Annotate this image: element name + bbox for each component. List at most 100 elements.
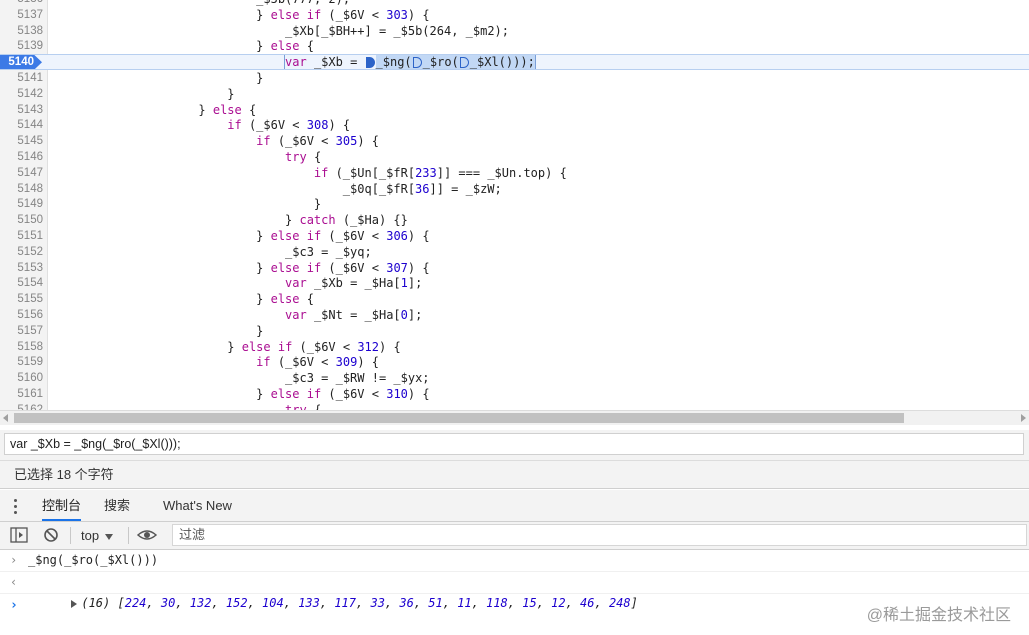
- code-line[interactable]: 5148 _$0q[_$fR[36]] = _$zW;: [0, 181, 1029, 197]
- code-line[interactable]: 5138 _$Xb[_$BH++] = _$5b(264, _$m2);: [0, 23, 1029, 39]
- sidebar-toggle-icon[interactable]: [10, 527, 28, 543]
- code-text[interactable]: try {: [285, 149, 321, 165]
- code-line[interactable]: 5160 _$c3 = _$RW != _$yx;: [0, 370, 1029, 386]
- code-line[interactable]: 5162 try {: [0, 402, 1029, 410]
- code-text[interactable]: try {: [285, 402, 321, 410]
- line-number[interactable]: 5155: [0, 291, 43, 307]
- code-text[interactable]: _$Xb[_$BH++] = _$5b(264, _$m2);: [285, 23, 509, 39]
- line-number[interactable]: 5142: [0, 86, 43, 102]
- code-line[interactable]: 5145 if (_$6V < 305) {: [0, 133, 1029, 149]
- scrollbar-thumb[interactable]: [14, 413, 904, 423]
- code-text[interactable]: } else if (_$6V < 303) {: [256, 7, 429, 23]
- code-text[interactable]: } catch (_$Ha) {}: [285, 212, 408, 228]
- line-number[interactable]: 5138: [0, 23, 43, 39]
- code-text[interactable]: } else if (_$6V < 312) {: [227, 339, 400, 355]
- console-output[interactable]: › _$ng(_$ro(_$Xl())) ‹ (16) [224, 30, 13…: [0, 550, 1029, 624]
- code-editor[interactable]: 5136_$5b(777, 2);5137} else if (_$6V < 3…: [0, 0, 1029, 410]
- line-number[interactable]: 5146: [0, 149, 43, 165]
- expand-triangle-icon[interactable]: [71, 599, 78, 608]
- code-line[interactable]: 5161 } else if (_$6V < 310) {: [0, 386, 1029, 402]
- code-text[interactable]: var _$Nt = _$Ha[0];: [285, 307, 422, 323]
- code-line[interactable]: 5149}: [0, 196, 1029, 212]
- line-number[interactable]: 5144: [0, 117, 43, 133]
- code-text[interactable]: _$c3 = _$RW != _$yx;: [285, 370, 430, 386]
- line-number[interactable]: 5158: [0, 339, 43, 355]
- line-number[interactable]: 5154: [0, 275, 43, 291]
- code-text[interactable]: }: [227, 86, 234, 102]
- code-text[interactable]: }: [256, 70, 263, 86]
- code-line[interactable]: 5137 } else if (_$6V < 303) {: [0, 7, 1029, 23]
- code-line[interactable]: 5155 } else {: [0, 291, 1029, 307]
- line-number[interactable]: 5137: [0, 7, 43, 23]
- code-line[interactable]: 5152 _$c3 = _$yq;: [0, 244, 1029, 260]
- line-number[interactable]: 5143: [0, 102, 43, 118]
- selection-text[interactable]: var _$Xb = _$ng(_$ro(_$Xl()));: [4, 433, 1024, 455]
- line-number[interactable]: 5156: [0, 307, 43, 323]
- code-text[interactable]: }: [256, 323, 263, 339]
- line-number[interactable]: 5162: [0, 402, 43, 410]
- tab-whats-new[interactable]: What's New: [163, 490, 232, 521]
- code-text[interactable]: } else {: [256, 38, 314, 54]
- code-line[interactable]: 5146 try {: [0, 149, 1029, 165]
- line-number[interactable]: 5153: [0, 260, 43, 276]
- line-number[interactable]: 5152: [0, 244, 43, 260]
- step-location-icon[interactable]: [412, 57, 422, 69]
- line-number[interactable]: 5145: [0, 133, 43, 149]
- line-number[interactable]: 5149: [0, 196, 43, 212]
- line-number[interactable]: 5150: [0, 212, 43, 228]
- execution-statement[interactable]: var _$Xb = _$ng(_$ro(_$Xl()));: [284, 54, 536, 71]
- eye-icon[interactable]: [137, 527, 157, 543]
- line-number[interactable]: 5160: [0, 370, 43, 386]
- step-location-icon[interactable]: [459, 57, 469, 69]
- line-number[interactable]: 5157: [0, 323, 43, 339]
- code-line[interactable]: 5157}: [0, 323, 1029, 339]
- code-text[interactable]: }: [314, 196, 321, 212]
- code-text[interactable]: if (_$6V < 305) {: [256, 133, 379, 149]
- code-line[interactable]: 5153 } else if (_$6V < 307) {: [0, 260, 1029, 276]
- selected-expression[interactable]: _$ng(_$ro(_$Xl()));: [375, 55, 535, 70]
- code-text[interactable]: } else if (_$6V < 310) {: [256, 386, 429, 402]
- code-line[interactable]: 5140 var _$Xb = _$ng(_$ro(_$Xl()));: [0, 54, 1029, 71]
- code-text[interactable]: } else {: [198, 102, 256, 118]
- result-array[interactable]: (16) [224, 30, 132, 152, 104, 133, 117, …: [28, 572, 638, 635]
- console-prompt-icon[interactable]: ›: [10, 598, 18, 613]
- tab-console[interactable]: 控制台: [42, 490, 82, 521]
- context-selector[interactable]: top: [81, 522, 114, 549]
- code-text[interactable]: } else if (_$6V < 306) {: [256, 228, 429, 244]
- code-line[interactable]: 5151 } else if (_$6V < 306) {: [0, 228, 1029, 244]
- code-line[interactable]: 5150 } catch (_$Ha) {}: [0, 212, 1029, 228]
- code-line[interactable]: 5143 } else {: [0, 102, 1029, 118]
- code-line[interactable]: 5144 if (_$6V < 308) {: [0, 117, 1029, 133]
- code-text[interactable]: } else {: [256, 291, 314, 307]
- horizontal-scrollbar[interactable]: [0, 410, 1029, 425]
- code-text[interactable]: } else if (_$6V < 307) {: [256, 260, 429, 276]
- code-line[interactable]: 5142}: [0, 86, 1029, 102]
- code-text[interactable]: if (_$6V < 309) {: [256, 354, 379, 370]
- code-text[interactable]: _$c3 = _$yq;: [285, 244, 372, 260]
- breakpoint-marker[interactable]: 5140: [0, 54, 42, 71]
- line-number[interactable]: 5161: [0, 386, 43, 402]
- code-text[interactable]: var _$Xb = _$ng(_$ro(_$Xl()));: [284, 54, 536, 71]
- line-number[interactable]: 5151: [0, 228, 43, 244]
- code-text[interactable]: if (_$6V < 308) {: [227, 117, 350, 133]
- code-line[interactable]: 5139 } else {: [0, 38, 1029, 54]
- line-number[interactable]: 5148: [0, 181, 43, 197]
- line-number[interactable]: 5139: [0, 38, 43, 54]
- code-line[interactable]: 5156 var _$Nt = _$Ha[0];: [0, 307, 1029, 323]
- scroll-left-icon[interactable]: [3, 414, 8, 422]
- more-options-icon[interactable]: [14, 499, 18, 517]
- line-number[interactable]: 5147: [0, 165, 43, 181]
- code-line[interactable]: 5154 var _$Xb = _$Ha[1];: [0, 275, 1029, 291]
- line-number[interactable]: 5159: [0, 354, 43, 370]
- filter-input[interactable]: 过滤: [172, 524, 1027, 546]
- line-number[interactable]: 5141: [0, 70, 43, 86]
- code-text[interactable]: if (_$Un[_$fR[233]] === _$Un.top) {: [314, 165, 567, 181]
- scroll-right-icon[interactable]: [1021, 414, 1026, 422]
- code-line[interactable]: 5141}: [0, 70, 1029, 86]
- console-result-row[interactable]: ‹ (16) [224, 30, 132, 152, 104, 133, 117…: [0, 572, 1029, 624]
- code-text[interactable]: _$0q[_$fR[36]] = _$zW;: [343, 181, 502, 197]
- code-line[interactable]: 5159 if (_$6V < 309) {: [0, 354, 1029, 370]
- clear-console-icon[interactable]: [43, 527, 59, 543]
- step-location-icon[interactable]: [365, 57, 375, 69]
- code-line[interactable]: 5147 if (_$Un[_$fR[233]] === _$Un.top) {: [0, 165, 1029, 181]
